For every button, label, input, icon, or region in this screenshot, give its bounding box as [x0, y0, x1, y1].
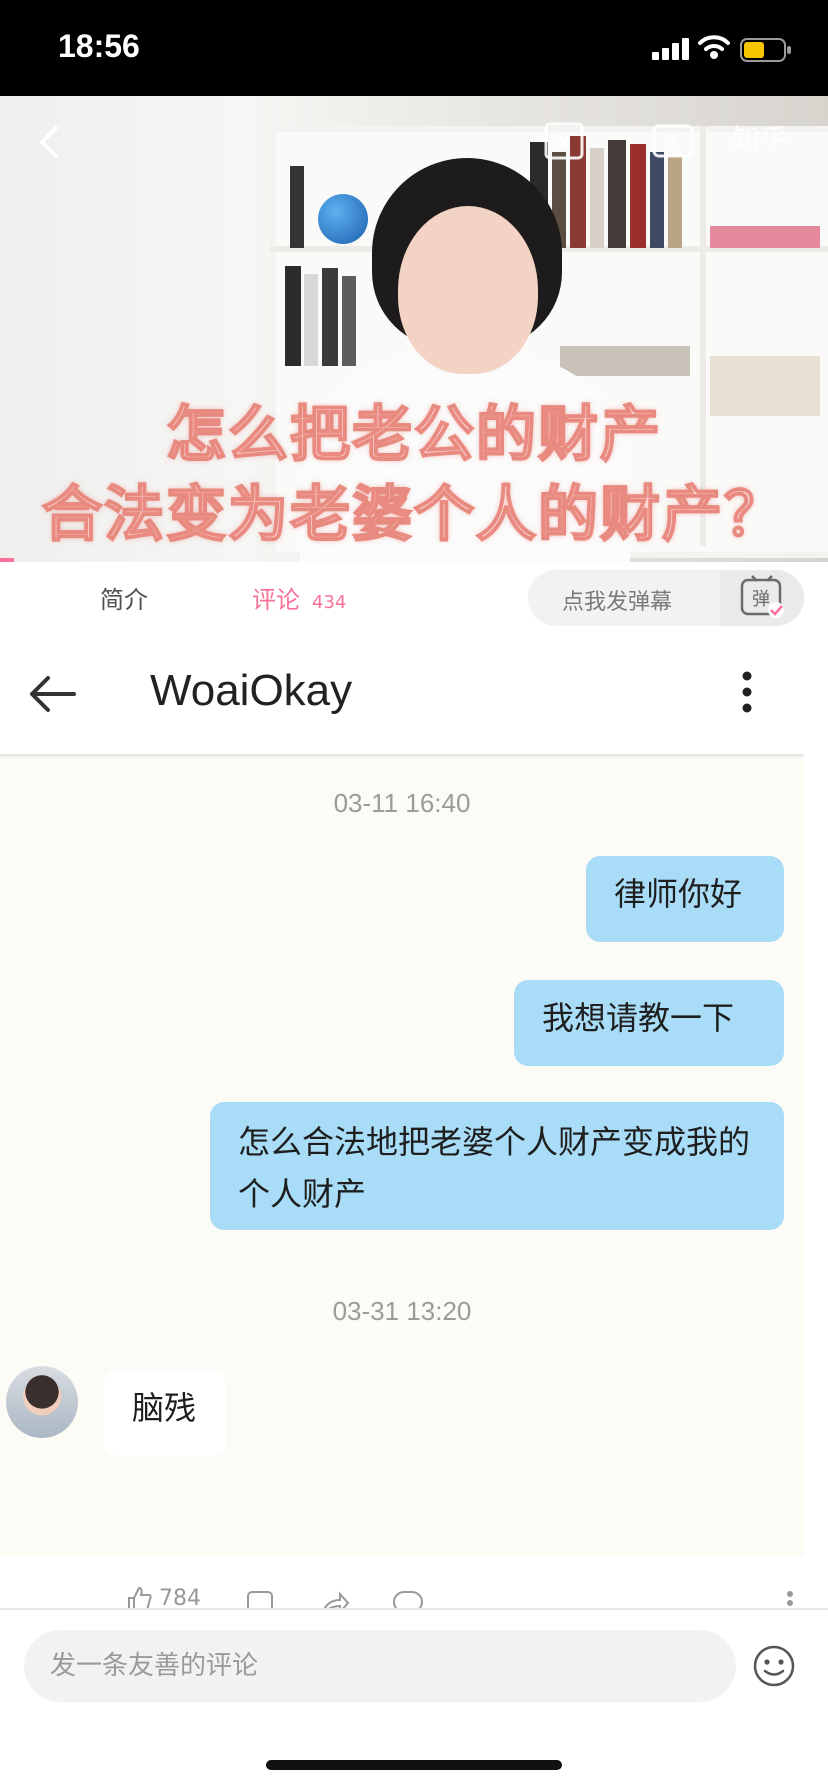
comment-input[interactable]	[24, 1630, 736, 1702]
bottom-comment-bar	[0, 1610, 828, 1792]
arrow-left-icon	[30, 676, 76, 712]
dislike-icon[interactable]	[246, 1590, 274, 1610]
chat-timestamp: 03-11 16:40	[333, 788, 471, 818]
danmaku-input[interactable]: 点我发弹幕 弹	[528, 570, 804, 626]
tab-intro[interactable]: 简介	[100, 580, 148, 615]
chat-timestamp: 03-31 13:20	[332, 1296, 472, 1326]
person-face	[398, 206, 538, 374]
status-bar: 18:56	[0, 0, 828, 96]
reply-icon[interactable]	[392, 1590, 424, 1610]
thumbs-up-icon	[128, 1586, 152, 1610]
avatar	[6, 1366, 78, 1438]
danmaku-toggle-button[interactable]: 弹	[720, 570, 804, 626]
like-button[interactable]: 784	[126, 1586, 201, 1610]
sent-message: 我想请教一下	[514, 980, 784, 1066]
video-caption-line2: 合法变为老婆个人的财产？	[41, 479, 786, 551]
comment-action-row: 784	[0, 1556, 828, 1610]
back-icon[interactable]	[30, 122, 70, 162]
share-icon[interactable]	[320, 1590, 350, 1610]
chat-header: WoaiOkay	[0, 628, 804, 754]
video-caption-line1: 怎么把老公的财产	[165, 399, 662, 471]
received-message: 脑残	[104, 1370, 226, 1456]
tab-comments-label: 评论	[252, 586, 300, 614]
sent-message: 律师你好	[586, 856, 784, 942]
comments-count: 434	[312, 592, 347, 613]
chat-screenshot: WoaiOkay 03-11 16:40 律师你好 我想请教一下 怎么合法地把老…	[0, 628, 804, 1556]
home-indicator	[266, 1760, 562, 1770]
video-player[interactable]: 知乎 怎么把老公的财产 合法变为老婆个人的财产？	[0, 96, 828, 562]
signal-icon	[652, 38, 689, 60]
wifi-icon	[698, 35, 730, 59]
more-options-icon[interactable]	[786, 1590, 794, 1610]
danmaku-placeholder: 点我发弹幕	[562, 590, 673, 615]
status-time: 18:56	[58, 28, 140, 64]
more-vertical-icon	[742, 671, 752, 713]
cast-tv-icon[interactable]	[652, 122, 694, 160]
danmaku-icon: 弹	[740, 575, 784, 618]
chat-contact-name: WoaiOkay	[150, 666, 353, 715]
globe	[318, 194, 368, 244]
picture-in-picture-icon[interactable]	[544, 122, 584, 160]
tab-comments[interactable]: 评论 434	[252, 580, 346, 615]
battery-icon	[740, 38, 791, 62]
zhihu-watermark: 知乎	[732, 123, 789, 156]
like-count: 784	[159, 1586, 201, 1610]
tab-bar: 简介 评论 434 点我发弹幕 弹	[0, 562, 828, 636]
sent-message: 怎么合法地把老婆个人财产变成我的个人财产	[210, 1102, 784, 1230]
danmaku-toggle-text: 弹	[752, 589, 770, 610]
emoji-icon[interactable]	[752, 1644, 796, 1688]
